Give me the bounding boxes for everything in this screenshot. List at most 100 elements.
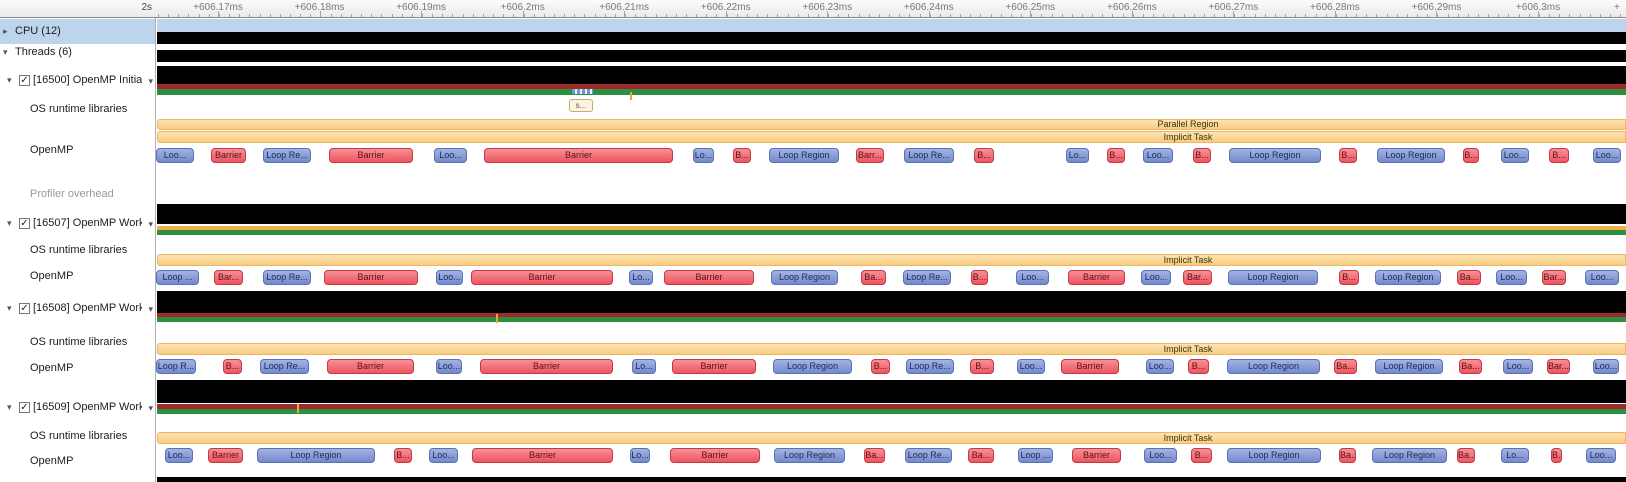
barrier-chip[interactable]: Bar... bbox=[1542, 270, 1566, 285]
loop-region-chip[interactable]: Loop Re... bbox=[263, 148, 311, 163]
barrier-chip[interactable]: Ba... bbox=[1339, 448, 1356, 463]
loop-region-chip[interactable]: Loop Re... bbox=[263, 270, 311, 285]
barrier-chip[interactable]: Bar... bbox=[214, 270, 243, 285]
loop-region-chip[interactable]: Lo... bbox=[632, 359, 656, 374]
loop-region-chip[interactable]: Loo... bbox=[1586, 448, 1616, 463]
sidebar-row-t16500-os-runtime[interactable]: OS runtime libraries bbox=[0, 101, 155, 119]
visibility-checkbox[interactable]: ✓ bbox=[19, 303, 30, 314]
sidebar-row-thread-16509[interactable]: ▾ ✓ [16509] OpenMP Work ▾ bbox=[0, 399, 155, 417]
t16509-activity-bar[interactable] bbox=[157, 380, 1626, 403]
cpu-activity-bar[interactable] bbox=[157, 32, 1626, 44]
barrier-chip[interactable]: B... bbox=[1339, 270, 1359, 285]
sample-chip[interactable]: s... bbox=[569, 99, 593, 112]
barrier-chip[interactable]: Barrier bbox=[484, 148, 673, 163]
loop-region-chip[interactable]: Loop Region bbox=[1228, 270, 1318, 285]
barrier-chip[interactable]: B... bbox=[974, 148, 994, 163]
collapse-arrow-icon[interactable]: ▾ bbox=[7, 218, 12, 229]
loop-region-chip[interactable]: Loo... bbox=[436, 359, 462, 374]
sidebar-row-t16508-os-runtime[interactable]: OS runtime libraries bbox=[0, 334, 155, 352]
loop-region-chip[interactable]: Loo... bbox=[436, 270, 463, 285]
loop-region-chip[interactable]: Lo... bbox=[693, 148, 714, 163]
barrier-chip[interactable]: B... bbox=[1551, 448, 1562, 463]
loop-region-chip[interactable]: Loo... bbox=[1585, 270, 1619, 285]
next-thread-activity-bar[interactable] bbox=[157, 477, 1626, 482]
visibility-checkbox[interactable]: ✓ bbox=[19, 218, 30, 229]
barrier-chip[interactable]: Barrier bbox=[670, 448, 760, 463]
loop-region-chip[interactable]: Lo... bbox=[1501, 448, 1529, 463]
sidebar-row-threads[interactable]: ▾ Threads (6) bbox=[0, 44, 155, 62]
collapse-arrow-icon[interactable]: ▾ bbox=[7, 303, 12, 314]
loop-region-chip[interactable]: Loo... bbox=[1016, 270, 1049, 285]
barrier-chip[interactable]: B... bbox=[1193, 148, 1211, 163]
loop-region-chip[interactable]: Lo... bbox=[1066, 148, 1089, 163]
row-options-dropdown-icon[interactable]: ▾ bbox=[148, 219, 153, 230]
barrier-chip[interactable]: Barrier bbox=[327, 359, 414, 374]
loop-region-chip[interactable]: Loo... bbox=[1143, 148, 1173, 163]
barrier-chip[interactable]: B... bbox=[1339, 148, 1357, 163]
barrier-chip[interactable]: Barrier bbox=[1068, 270, 1125, 285]
sidebar-row-t16500-profiler-overhead[interactable]: Profiler overhead bbox=[0, 186, 155, 204]
loop-region-chip[interactable]: Loop Region bbox=[773, 359, 852, 374]
loop-region-chip[interactable]: Loop Region bbox=[1229, 148, 1321, 163]
loop-region-chip[interactable]: Lo... bbox=[629, 270, 653, 285]
row-options-dropdown-icon[interactable]: ▾ bbox=[148, 76, 153, 87]
loop-region-chip[interactable]: Lo... bbox=[630, 448, 650, 463]
loop-region-chip[interactable]: Loop Region bbox=[771, 270, 838, 285]
barrier-chip[interactable]: B... bbox=[970, 359, 994, 374]
visibility-checkbox[interactable]: ✓ bbox=[19, 402, 30, 413]
barrier-chip[interactable]: Ba... bbox=[1457, 270, 1481, 285]
loop-region-chip[interactable]: Loop Region bbox=[769, 148, 839, 163]
barrier-chip[interactable]: B... bbox=[1549, 148, 1569, 163]
sidebar-row-t16509-os-runtime[interactable]: OS runtime libraries bbox=[0, 428, 155, 446]
sidebar-row-cpu[interactable]: ▸ CPU (12) bbox=[0, 19, 155, 44]
t16507-green-line[interactable] bbox=[157, 230, 1626, 235]
barrier-chip[interactable]: Barrier bbox=[672, 359, 756, 374]
timeline-ruler[interactable]: 2s +606.17ms +606.18ms +606.19ms +606.2ms +60… bbox=[0, 0, 1626, 18]
collapse-arrow-icon[interactable]: ▾ bbox=[7, 75, 12, 86]
barrier-chip[interactable]: Barrier bbox=[472, 448, 613, 463]
barrier-chip[interactable]: Ba... bbox=[1457, 448, 1475, 463]
loop-region-chip[interactable]: Loop Region bbox=[1377, 148, 1445, 163]
loop-region-chip[interactable]: Loo... bbox=[1141, 270, 1171, 285]
loop-region-chip[interactable]: Loop Region bbox=[1227, 448, 1321, 463]
implicit-task-band-16508[interactable]: Implicit Task bbox=[157, 343, 1626, 355]
row-options-dropdown-icon[interactable]: ▾ bbox=[148, 403, 153, 414]
t16509-green-line[interactable] bbox=[157, 409, 1626, 414]
loop-region-chip[interactable]: Loo... bbox=[1496, 270, 1527, 285]
loop-region-chip[interactable]: Loop Re... bbox=[903, 270, 951, 285]
loop-region-chip[interactable]: Loop R... bbox=[156, 359, 196, 374]
cpu-selection-strip[interactable] bbox=[157, 19, 1626, 32]
barrier-chip[interactable]: Barrier bbox=[324, 270, 418, 285]
loop-region-chip[interactable]: Loop Re... bbox=[904, 148, 954, 163]
barrier-chip[interactable]: B... bbox=[1188, 359, 1209, 374]
loop-region-chip[interactable]: Loo... bbox=[434, 148, 467, 163]
sidebar-row-thread-16500[interactable]: ▾ ✓ [16500] OpenMP Initia ▾ bbox=[0, 72, 155, 90]
barrier-chip[interactable]: B... bbox=[733, 148, 751, 163]
t16508-activity-bar[interactable] bbox=[157, 291, 1626, 313]
barrier-chip[interactable]: Ba... bbox=[968, 448, 994, 463]
loop-region-chip[interactable]: Loo... bbox=[1146, 359, 1174, 374]
loop-region-chip[interactable]: Loo... bbox=[156, 148, 194, 163]
loop-region-chip[interactable]: Loo... bbox=[429, 448, 458, 463]
sidebar-row-thread-16508[interactable]: ▾ ✓ [16508] OpenMP Work ▾ bbox=[0, 300, 155, 318]
barrier-chip[interactable]: Ba... bbox=[1459, 359, 1482, 374]
loop-region-chip[interactable]: Loop Re... bbox=[905, 448, 952, 463]
t16500-activity-bar[interactable] bbox=[157, 66, 1626, 84]
barrier-chip[interactable]: Ba... bbox=[864, 448, 885, 463]
barrier-chip[interactable]: B... bbox=[1463, 148, 1479, 163]
sidebar-row-t16508-openmp[interactable]: OpenMP bbox=[0, 360, 155, 378]
loop-region-chip[interactable]: Loo... bbox=[1144, 448, 1177, 463]
loop-region-chip[interactable]: Loo... bbox=[165, 448, 193, 463]
implicit-task-band-16509[interactable]: Implicit Task bbox=[157, 432, 1626, 444]
t16500-green-line[interactable] bbox=[157, 89, 1626, 95]
barrier-chip[interactable]: Barrier bbox=[471, 270, 613, 285]
barrier-chip[interactable]: Bar... bbox=[1547, 359, 1570, 374]
sidebar-row-thread-16507[interactable]: ▾ ✓ [16507] OpenMP Work ▾ bbox=[0, 215, 155, 233]
timeline-canvas[interactable]: Parallel Region Implicit Task Implicit Tas… bbox=[155, 0, 1626, 482]
loop-region-chip[interactable]: Loop ... bbox=[156, 270, 199, 285]
sidebar-row-t16500-openmp[interactable]: OpenMP bbox=[0, 142, 155, 160]
barrier-chip[interactable]: Barrier bbox=[329, 148, 413, 163]
implicit-task-band-16500[interactable]: Implicit Task bbox=[157, 131, 1626, 143]
visibility-checkbox[interactable]: ✓ bbox=[19, 75, 30, 86]
sidebar-row-t16507-os-runtime[interactable]: OS runtime libraries bbox=[0, 242, 155, 260]
